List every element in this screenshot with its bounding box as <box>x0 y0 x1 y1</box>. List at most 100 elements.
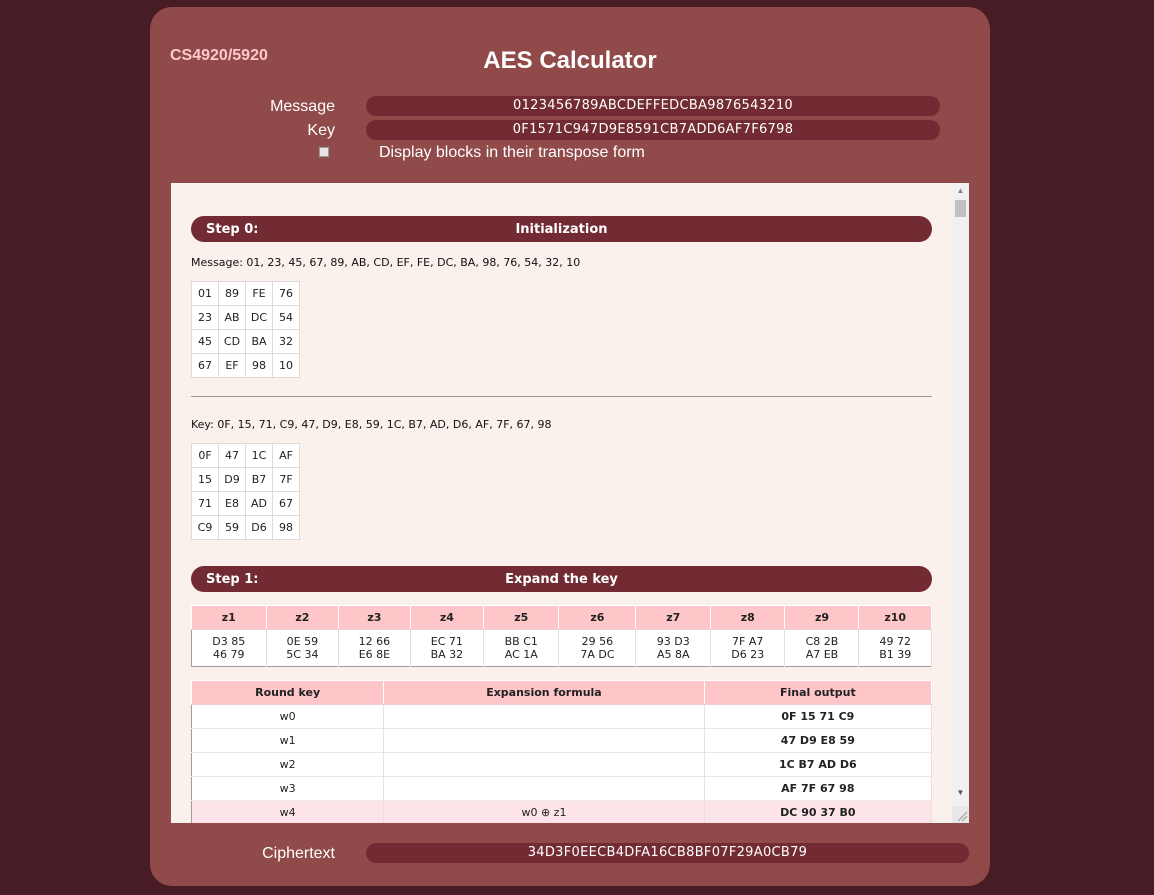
z-value-line1: 29 56 <box>581 635 614 648</box>
expansion-formula-cell <box>383 776 705 801</box>
transpose-checkbox[interactable] <box>319 147 329 157</box>
ciphertext-label: Ciphertext <box>262 845 335 862</box>
message-matrix-cell: 45 <box>191 329 219 354</box>
z-value-line1: 7F A7 <box>732 635 764 648</box>
message-matrix-cell: DC <box>245 305 273 330</box>
ciphertext-output[interactable]: 34D3F0EECB4DFA16CB8BF07F29A0CB79 <box>366 843 969 863</box>
round-key-cell: w4 <box>191 800 385 823</box>
round-key-cell: w1 <box>191 728 385 753</box>
message-matrix-row: 01 89 FE 76 <box>191 281 300 306</box>
round-key-row: w1 47 D9 E8 59 <box>191 728 933 753</box>
key-input[interactable]: 0F1571C947D9E8591CB7ADD6AF7F6798 <box>366 120 940 140</box>
transpose-label: Display blocks in their transpose form <box>379 144 645 161</box>
final-output-cell: AF 7F 67 98 <box>704 776 933 801</box>
round-key-cell: w3 <box>191 776 385 801</box>
z-value-line1: BB C1 <box>504 635 538 648</box>
key-matrix-cell: 47 <box>218 443 246 468</box>
key-matrix-cell: 1C <box>245 443 273 468</box>
message-matrix-cell: 76 <box>272 281 300 306</box>
message-matrix-cell: CD <box>218 329 246 354</box>
step-0-title: Initialization <box>515 222 608 237</box>
message-matrix-cell: BA <box>245 329 273 354</box>
message-matrix-row: 67 EF 98 10 <box>191 353 300 378</box>
z-header: z10 <box>858 605 932 630</box>
steps-viewer[interactable]: Step 0: Initialization Message: 01, 23, … <box>171 183 969 823</box>
z-value-line1: EC 71 <box>430 635 463 648</box>
z-header: z6 <box>558 605 637 630</box>
final-output-header: Final output <box>703 680 933 705</box>
message-matrix-row: 23 AB DC 54 <box>191 305 300 330</box>
vertical-scrollbar[interactable]: ▲ ▼ <box>952 183 969 823</box>
z-values-table: z1 z2 z3 z4 z5 z6 z7 z8 z9 z10 D3 85 46 79 0E 59 5C … <box>191 605 932 667</box>
z-value-cell: D3 85 46 79 <box>191 629 267 667</box>
z-value-cell: 93 D3 A5 8A <box>635 629 711 667</box>
message-label: Message <box>270 98 335 115</box>
message-matrix-cell: FE <box>245 281 273 306</box>
z-value-line2: AC 1A <box>504 648 538 661</box>
key-matrix-cell: 71 <box>191 491 219 516</box>
key-matrix-cell: 0F <box>191 443 219 468</box>
z-value-cell: 49 72 B1 39 <box>858 629 932 667</box>
z-value-line2: E6 8E <box>358 648 391 661</box>
z-value-cell: 12 66 E6 8E <box>338 629 411 667</box>
z-value-cell: 0E 59 5C 34 <box>266 629 340 667</box>
key-matrix-cell: C9 <box>191 515 219 540</box>
key-matrix-cell: 15 <box>191 467 219 492</box>
expansion-formula-cell <box>383 704 705 729</box>
round-key-row: w4 w0 ⊕ z1 DC 90 37 B0 <box>191 800 933 823</box>
z-value-cell: BB C1 AC 1A <box>483 629 560 667</box>
message-matrix-cell: EF <box>218 353 246 378</box>
key-bytes: Key: 0F, 15, 71, C9, 47, D9, E8, 59, 1C,… <box>191 418 552 431</box>
step-1-header: Step 1: Expand the key <box>191 566 932 592</box>
key-matrix-cell: E8 <box>218 491 246 516</box>
step-0-header: Step 0: Initialization <box>191 216 932 242</box>
z-value-cell: 7F A7 D6 23 <box>710 629 786 667</box>
key-matrix-row: 71 E8 AD 67 <box>191 491 300 516</box>
z-value-line2: D6 23 <box>731 648 765 661</box>
z-value-line2: 46 79 <box>213 648 245 661</box>
z-value-line1: C8 2B <box>805 635 839 648</box>
message-input[interactable]: 0123456789ABCDEFFEDCBA9876543210 <box>366 96 940 116</box>
round-key-row: w2 1C B7 AD D6 <box>191 752 933 777</box>
expansion-formula-header: Expansion formula <box>383 680 705 705</box>
key-matrix-cell: D6 <box>245 515 273 540</box>
message-matrix-cell: 67 <box>191 353 219 378</box>
key-matrix-cell: B7 <box>245 467 273 492</box>
expansion-formula-cell: w0 ⊕ z1 <box>383 800 705 823</box>
z-value-line2: 5C 34 <box>286 648 319 661</box>
round-key-cell: w0 <box>191 704 385 729</box>
message-bytes: Message: 01, 23, 45, 67, 89, AB, CD, EF,… <box>191 256 581 269</box>
z-header: z2 <box>265 605 340 630</box>
key-matrix-row: C9 59 D6 98 <box>191 515 300 540</box>
message-matrix-cell: 10 <box>272 353 300 378</box>
scroll-thumb[interactable] <box>955 200 966 217</box>
key-matrix-cell: 59 <box>218 515 246 540</box>
scroll-up-arrow-icon[interactable]: ▲ <box>952 183 969 199</box>
message-matrix-cell: 98 <box>245 353 273 378</box>
scroll-down-arrow-icon[interactable]: ▼ <box>952 785 969 801</box>
page-title: AES Calculator <box>483 47 657 74</box>
expansion-formula-cell <box>383 728 705 753</box>
final-output-cell: 1C B7 AD D6 <box>704 752 933 777</box>
aes-calculator-panel: CS4920/5920 AES Calculator Message 01234… <box>150 7 990 886</box>
z-value-line1: 93 D3 <box>656 635 690 648</box>
key-matrix-row: 15 D9 B7 7F <box>191 467 300 492</box>
round-key-header: Round key <box>190 680 385 705</box>
final-output-cell: 0F 15 71 C9 <box>704 704 933 729</box>
step-1-title: Expand the key <box>505 572 618 587</box>
message-matrix-cell: 23 <box>191 305 219 330</box>
round-key-row: w0 0F 15 71 C9 <box>191 704 933 729</box>
expansion-formula-cell <box>383 752 705 777</box>
key-matrix-row: 0F 47 1C AF <box>191 443 300 468</box>
z-value-line2: B1 39 <box>879 648 912 661</box>
key-matrix-cell: D9 <box>218 467 246 492</box>
message-matrix-cell: 89 <box>218 281 246 306</box>
key-matrix-cell: 67 <box>272 491 300 516</box>
z-value-line2: 7A DC <box>580 648 615 661</box>
z-value-line2: A7 EB <box>805 648 839 661</box>
message-matrix-cell: AB <box>218 305 246 330</box>
message-matrix-cell: 54 <box>272 305 300 330</box>
message-matrix-row: 45 CD BA 32 <box>191 329 300 354</box>
z-value-line2: A5 8A <box>656 648 690 661</box>
resize-grip-icon[interactable] <box>952 806 969 823</box>
